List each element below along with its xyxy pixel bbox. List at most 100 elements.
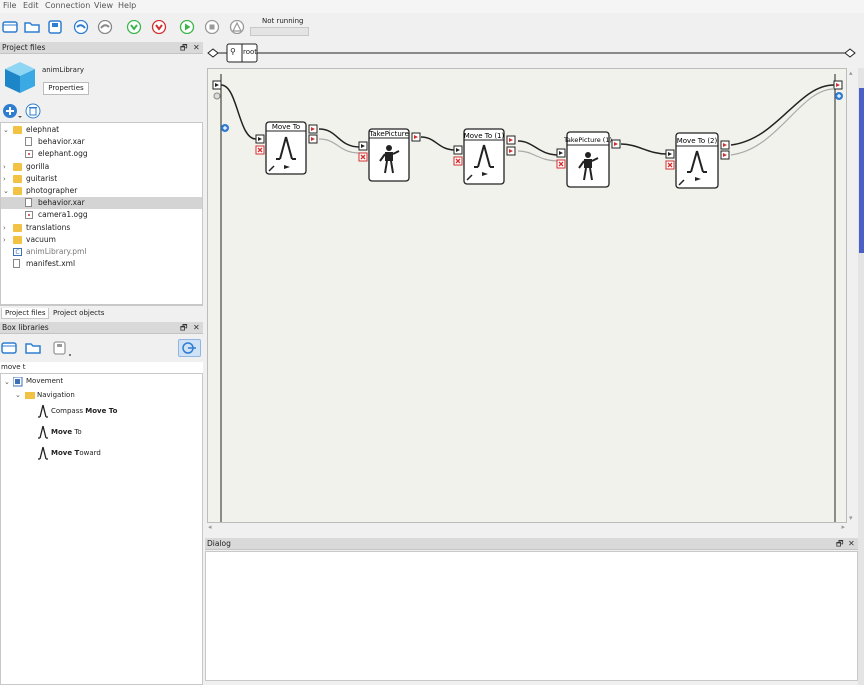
box-compass-move-to[interactable]: Compass Move To xyxy=(51,405,117,417)
file-icon xyxy=(25,137,32,147)
tree-item[interactable]: ⌄ elephnat xyxy=(1,124,202,136)
flow-diagram: Move To TakePicture Move To (1) TakePict… xyxy=(212,74,843,522)
window-icon xyxy=(2,21,18,33)
dock-tab[interactable] xyxy=(859,88,864,253)
chevron-down-icon[interactable]: ⌄ xyxy=(3,124,9,136)
scroll-down-icon[interactable]: ▾ xyxy=(849,514,853,522)
move-to-icon xyxy=(38,446,48,460)
box-take-picture-node[interactable]: TakePicture xyxy=(358,128,421,182)
box-move-to-node[interactable]: Move To xyxy=(255,121,318,175)
filter-toggle-button[interactable] xyxy=(178,339,201,357)
horizontal-scrollbar[interactable]: ◂ ▸ xyxy=(207,523,847,533)
tree-item[interactable]: › vacuum xyxy=(1,234,202,246)
open-project-button[interactable] xyxy=(23,19,41,35)
close-icon[interactable]: ✕ xyxy=(193,42,200,54)
stop-button[interactable] xyxy=(203,19,221,35)
dialog-panel[interactable] xyxy=(205,551,858,681)
vertical-scrollbar[interactable]: ▴ ▾ xyxy=(847,68,858,523)
folder-icon xyxy=(13,235,22,244)
box-take-picture-1-node[interactable]: TakePicture (1) xyxy=(556,131,621,188)
chevron-right-icon[interactable]: › xyxy=(3,222,6,234)
float-icon[interactable]: 🗗 xyxy=(180,42,188,54)
folder-open-icon xyxy=(24,22,40,33)
connect-button[interactable] xyxy=(125,19,143,35)
dialog-header: Dialog 🗗 ✕ xyxy=(205,538,858,550)
chevron-down-icon[interactable]: ⌄ xyxy=(4,376,10,388)
add-icon[interactable] xyxy=(2,103,22,119)
disconnect-button[interactable] xyxy=(150,19,168,35)
properties-button[interactable]: Properties xyxy=(43,82,89,95)
chevron-down-icon[interactable]: ⌄ xyxy=(3,185,9,197)
flow-diagram-canvas[interactable]: Move To TakePicture Move To (1) TakePict… xyxy=(207,68,847,523)
tree-navigation[interactable]: Navigation xyxy=(37,389,75,401)
box-move-to-1-node[interactable]: Move To (1) xyxy=(453,128,516,185)
scroll-left-icon[interactable]: ◂ xyxy=(208,523,212,531)
tree-item-label: guitarist xyxy=(26,173,58,183)
float-icon[interactable]: 🗗 xyxy=(180,322,188,334)
side-dock-strip xyxy=(858,68,864,685)
tree-item-label: gorilla xyxy=(26,161,50,171)
library-options-icon[interactable] xyxy=(52,341,74,357)
tree-movement[interactable]: Movement xyxy=(26,375,63,387)
box-libraries-header: Box libraries 🗗 ✕ xyxy=(0,322,203,334)
library-search-input[interactable]: move t xyxy=(0,362,203,373)
dialog-title: Dialog xyxy=(207,539,231,548)
redo-button[interactable] xyxy=(96,19,114,35)
new-library-icon[interactable] xyxy=(1,341,19,355)
undo-button[interactable] xyxy=(72,19,90,35)
tree-item[interactable]: behavior.xar xyxy=(1,136,202,148)
tree-item[interactable]: behavior.xar xyxy=(1,197,202,210)
undo-icon xyxy=(73,20,89,34)
menu-connection[interactable]: Connection xyxy=(45,1,90,10)
chevron-right-icon[interactable]: › xyxy=(3,234,6,246)
tree-item[interactable]: › gorilla xyxy=(1,161,202,173)
audio-file-icon xyxy=(25,211,33,220)
play-button[interactable] xyxy=(178,19,196,35)
debug-button[interactable] xyxy=(228,19,246,35)
delete-icon[interactable] xyxy=(25,103,41,119)
tree-item[interactable]: manifest.xml xyxy=(1,258,202,270)
chevron-right-icon[interactable]: › xyxy=(3,161,6,173)
disconnect-icon xyxy=(151,20,167,34)
new-project-button[interactable] xyxy=(1,19,19,35)
box-move-to[interactable]: Move To xyxy=(51,426,82,438)
search-icon xyxy=(182,342,196,354)
close-icon[interactable]: ✕ xyxy=(848,538,855,550)
tree-item[interactable]: elephant.ogg xyxy=(1,148,202,160)
tree-item[interactable]: › translations xyxy=(1,222,202,234)
close-icon[interactable]: ✕ xyxy=(193,322,200,334)
move-to-icon xyxy=(38,404,48,418)
chevron-right-icon[interactable]: › xyxy=(3,173,6,185)
chevron-down-icon[interactable]: ⌄ xyxy=(15,389,21,401)
tab-project-files[interactable]: Project files xyxy=(1,308,50,319)
scroll-right-icon[interactable]: ▸ xyxy=(841,523,845,531)
tree-item[interactable]: ⌄ photographer xyxy=(1,185,202,197)
tree-item-label: translations xyxy=(26,222,71,232)
tree-item[interactable]: › guitarist xyxy=(1,173,202,185)
scroll-up-icon[interactable]: ▴ xyxy=(849,69,853,77)
menu-help[interactable]: Help xyxy=(118,1,136,10)
project-files-title: Project files xyxy=(2,43,46,52)
menu-edit[interactable]: Edit xyxy=(23,1,39,10)
open-library-icon[interactable] xyxy=(25,341,43,355)
folder-icon xyxy=(13,223,22,232)
onstop-input[interactable] xyxy=(213,92,221,100)
move-to-icon xyxy=(38,425,48,439)
save-project-button[interactable] xyxy=(46,19,64,35)
tree-item[interactable]: camera1.ogg xyxy=(1,209,202,221)
tree-item-label: camera1.ogg xyxy=(38,210,88,220)
project-file-icon: C xyxy=(13,248,22,256)
audio-file-icon xyxy=(25,150,33,159)
box-move-to-2-node[interactable]: Move To (2) xyxy=(665,132,730,189)
menu-file[interactable]: File xyxy=(3,1,16,10)
menu-view[interactable]: View xyxy=(94,1,113,10)
tree-item-label: manifest.xml xyxy=(26,259,76,269)
toolbar xyxy=(0,13,864,41)
play-icon xyxy=(179,20,195,34)
tree-item[interactable]: CanimLibrary.pml xyxy=(1,246,202,258)
tab-project-objects[interactable]: Project objects xyxy=(50,308,107,319)
breadcrumb-root[interactable]: root xyxy=(243,48,257,56)
float-icon[interactable]: 🗗 xyxy=(836,538,844,550)
home-icon[interactable]: ⚲ xyxy=(230,47,236,56)
box-move-toward[interactable]: Move Toward xyxy=(51,447,101,459)
